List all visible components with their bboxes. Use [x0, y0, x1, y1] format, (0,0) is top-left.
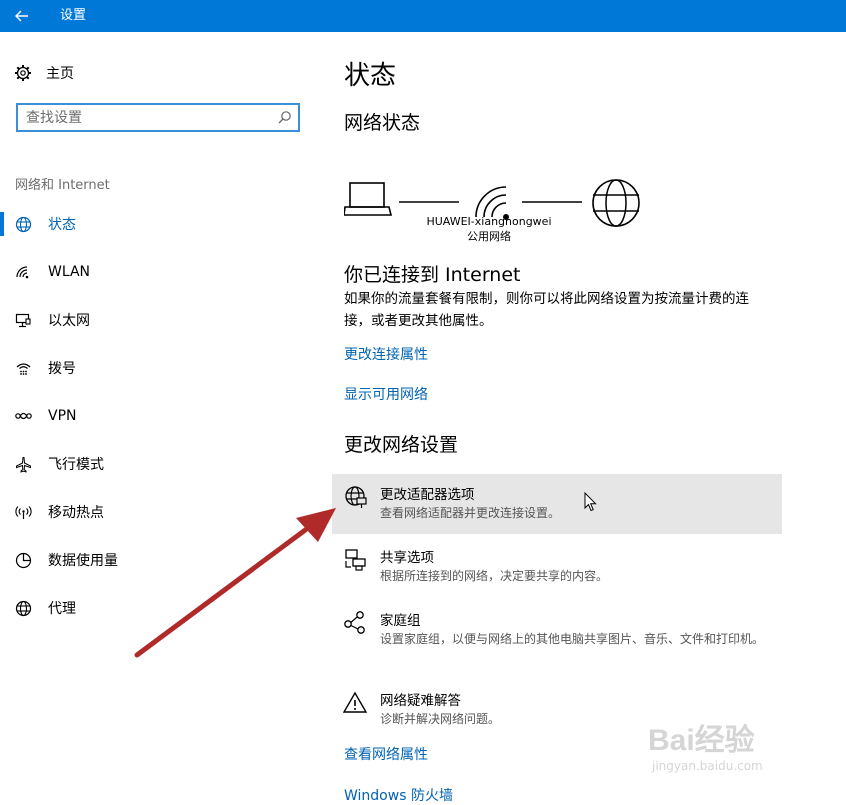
sidebar-item-label: 数据使用量	[48, 553, 118, 569]
sharing-icon	[345, 549, 366, 571]
change-settings-heading: 更改网络设置	[344, 434, 459, 456]
sidebar-item-wlan[interactable]: WLAN	[0, 257, 310, 287]
sidebar-item-label: 拨号	[48, 361, 76, 377]
sidebar-item-label: 状态	[48, 217, 76, 233]
page-title: 状态	[344, 61, 397, 91]
option-description: 根据所连接到的网络，决定要共享的内容。	[380, 569, 609, 583]
network-name: HUAWEI-xianghongwei	[426, 215, 552, 228]
option-homegroup[interactable]: 家庭组 设置家庭组，以便与网络上的其他电脑共享图片、音乐、文件和打印机。	[332, 600, 782, 678]
wifi-icon	[16, 266, 29, 279]
option-description: 设置家庭组，以便与网络上的其他电脑共享图片、音乐、文件和打印机。	[380, 632, 765, 646]
sidebar-home[interactable]: 主页	[14, 62, 74, 84]
network-info: HUAWEI-xianghongwei 公用网络	[414, 214, 564, 244]
option-change-adapter[interactable]: 更改适配器选项 查看网络适配器并更改连接设置。	[332, 474, 782, 534]
data-usage-icon	[15, 552, 32, 568]
home-label: 主页	[46, 66, 74, 82]
adapter-globe-icon	[345, 486, 367, 508]
network-status-heading: 网络状态	[344, 112, 421, 134]
search-input[interactable]	[26, 108, 266, 127]
vpn-icon	[15, 412, 32, 420]
sidebar-item-data-usage[interactable]: 数据使用量	[0, 545, 310, 575]
gear-icon	[15, 65, 31, 81]
option-sharing[interactable]: 共享选项 根据所连接到的网络，决定要共享的内容。	[332, 537, 782, 597]
sidebar-item-status[interactable]: 状态	[0, 209, 310, 239]
windows-firewall-link[interactable]: Windows 防火墙	[344, 785, 453, 805]
sidebar-item-label: WLAN	[48, 264, 91, 280]
homegroup-icon	[344, 611, 365, 634]
show-available-networks-link[interactable]: 显示可用网络	[344, 384, 428, 404]
option-title: 家庭组	[380, 613, 421, 629]
sidebar-item-vpn[interactable]: VPN	[0, 401, 310, 431]
active-indicator	[0, 212, 4, 236]
connected-heading: 你已连接到 Internet	[344, 264, 521, 286]
ethernet-icon	[15, 313, 31, 327]
sidebar-item-label: VPN	[48, 408, 77, 424]
window-title: 设置	[60, 8, 87, 23]
sidebar-item-mobile-hotspot[interactable]: 移动热点	[0, 497, 310, 527]
hotspot-icon	[15, 505, 32, 519]
connected-description: 如果你的流量套餐有限制，则你可以将此网络设置为按流量计费的连接，或者更改其他属性…	[344, 291, 749, 329]
sidebar-item-label: 移动热点	[48, 505, 104, 521]
sidebar-item-label: 飞行模式	[48, 457, 104, 473]
internet-globe-icon	[592, 179, 640, 227]
view-network-properties-link[interactable]: 查看网络属性	[344, 744, 428, 764]
option-title: 网络疑难解答	[380, 693, 461, 709]
back-arrow-icon	[15, 10, 28, 22]
option-description: 查看网络适配器并更改连接设置。	[380, 506, 561, 520]
network-type: 公用网络	[467, 230, 511, 243]
sidebar-item-proxy[interactable]: 代理	[0, 593, 310, 623]
watermark: Bai经验 jingyan.baidu.com	[648, 715, 763, 773]
sidebar-section-title: 网络和 Internet	[15, 178, 110, 193]
search-box[interactable]	[16, 103, 300, 132]
globe-icon	[15, 216, 32, 232]
warning-icon	[343, 691, 368, 713]
laptop-icon	[344, 182, 393, 216]
sidebar-item-ethernet[interactable]: 以太网	[0, 305, 310, 335]
dialup-icon	[16, 362, 31, 375]
sidebar-item-dialup[interactable]: 拨号	[0, 353, 310, 383]
watermark-logo: Bai经验	[648, 724, 755, 757]
search-icon[interactable]	[278, 110, 292, 124]
proxy-globe-icon	[15, 600, 32, 616]
option-title: 共享选项	[380, 550, 434, 566]
sidebar-item-label: 代理	[48, 601, 76, 617]
sidebar-item-label: 以太网	[48, 313, 90, 329]
option-title: 更改适配器选项	[380, 487, 475, 503]
change-connection-properties-link[interactable]: 更改连接属性	[344, 344, 428, 364]
watermark-url: jingyan.baidu.com	[652, 759, 763, 773]
title-bar: 设置	[0, 0, 846, 32]
airplane-icon	[16, 456, 31, 473]
mouse-cursor-icon	[584, 492, 597, 512]
back-button[interactable]	[0, 0, 44, 32]
sidebar-item-airplane-mode[interactable]: 飞行模式	[0, 449, 310, 479]
